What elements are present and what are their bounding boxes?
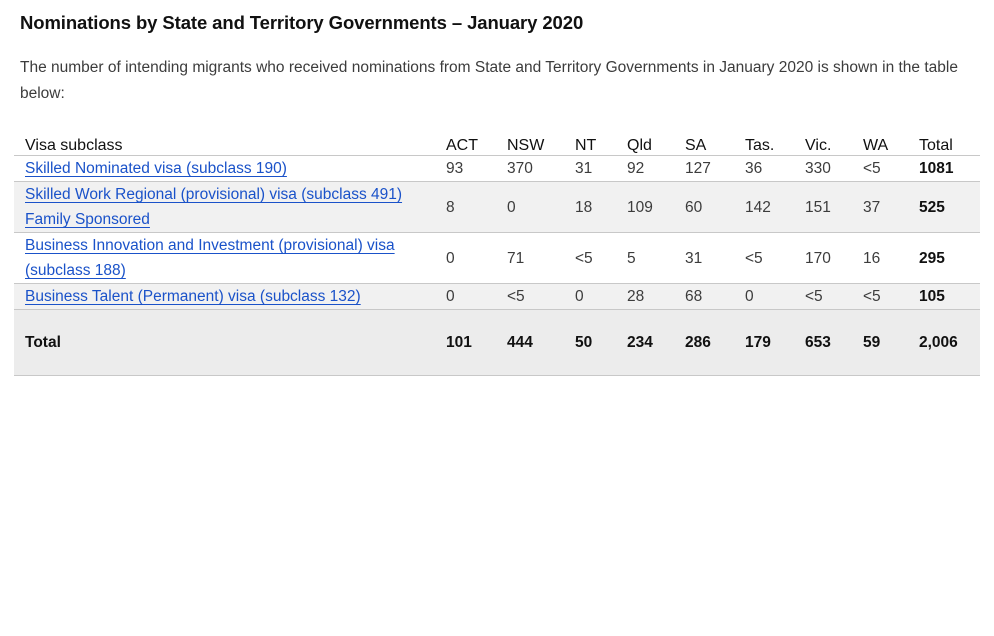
cell-total: 105 [919,288,945,305]
table-row: Skilled Work Regional (provisional) visa… [14,181,980,233]
total-cell-total: 2,006 [919,334,958,351]
total-cell-wa: 59 [863,334,881,351]
column-header-qld: Qld [627,137,685,156]
column-header-sa: SA [685,137,745,156]
cell-nt: 18 [575,198,593,216]
page-title: Nominations by State and Territory Gover… [20,12,584,33]
cell-wa: 16 [863,249,881,267]
visa-subclass-link[interactable]: Skilled Nominated visa (subclass 190) [25,160,287,177]
row-label-cell: Skilled Work Regional (provisional) visa… [14,182,446,233]
column-header-wa: WA [863,137,919,156]
row-label-cell: Business Talent (Permanent) visa (subcla… [14,284,446,310]
cell-sa: 31 [685,249,703,267]
column-header-nsw: NSW [507,137,575,156]
cell-sa: 68 [685,288,703,305]
cell-nsw: <5 [507,288,525,305]
cell-nsw: 370 [507,160,533,177]
cell-nt: 31 [575,160,593,177]
column-header-vic: Vic. [805,137,863,156]
cell-tas: 0 [745,288,754,305]
total-cell-vic: 653 [805,334,831,351]
table-wrapper: Visa subclass ACT NSW NT Qld SA Tas. Vic… [0,107,994,376]
page-container: Nominations by State and Territory Gover… [0,0,994,376]
cell-act: 0 [446,288,455,305]
cell-tas: 36 [745,160,763,177]
table-total-row: Total 101 444 50 234 286 179 653 59 2,00… [14,309,980,376]
total-cell-qld: 234 [627,334,653,351]
cell-tas: <5 [745,249,763,267]
cell-qld: 109 [627,198,653,216]
cell-total: 295 [919,249,945,267]
cell-nt: <5 [575,249,593,267]
row-label-cell: Business Innovation and Investment (prov… [14,233,446,284]
visa-subclass-link[interactable]: Skilled Work Regional (provisional) visa… [25,186,402,228]
table-body: Skilled Nominated visa (subclass 190) 93… [14,156,980,376]
cell-sa: 60 [685,198,703,216]
cell-vic: 151 [805,198,831,216]
cell-vic: 330 [805,160,831,177]
cell-sa: 127 [685,160,711,177]
column-header-total: Total [919,137,980,156]
total-row-label: Total [25,334,61,351]
column-header-nt: NT [575,137,627,156]
cell-total: 1081 [919,160,954,177]
column-header-act: ACT [446,137,507,156]
cell-nsw: 71 [507,249,525,267]
cell-qld: 5 [627,249,636,267]
cell-act: 8 [446,198,455,216]
column-header-tas: Tas. [745,137,805,156]
column-header-visa-subclass: Visa subclass [14,137,446,156]
total-cell-nt: 50 [575,334,593,351]
cell-nsw: 0 [507,198,516,216]
table-row: Skilled Nominated visa (subclass 190) 93… [14,156,980,182]
cell-vic: 170 [805,249,831,267]
total-cell-nsw: 444 [507,334,533,351]
cell-act: 93 [446,160,464,177]
cell-tas: 142 [745,198,771,216]
cell-qld: 92 [627,160,645,177]
cell-nt: 0 [575,288,584,305]
table-row: Business Innovation and Investment (prov… [14,233,980,284]
table-head: Visa subclass ACT NSW NT Qld SA Tas. Vic… [14,137,980,156]
row-label-cell: Skilled Nominated visa (subclass 190) [14,156,446,182]
total-cell-act: 101 [446,334,472,351]
cell-total: 525 [919,198,945,216]
cell-wa: 37 [863,198,881,216]
visa-subclass-link[interactable]: Business Talent (Permanent) visa (subcla… [25,288,361,305]
total-cell-sa: 286 [685,334,711,351]
nominations-table: Visa subclass ACT NSW NT Qld SA Tas. Vic… [14,137,980,376]
cell-qld: 28 [627,288,645,305]
visa-subclass-link[interactable]: Business Innovation and Investment (prov… [25,237,395,279]
cell-wa: <5 [863,160,881,177]
table-row: Business Talent (Permanent) visa (subcla… [14,283,980,310]
cell-wa: <5 [863,288,881,305]
intro-paragraph: The number of intending migrants who rec… [20,59,958,102]
cell-vic: <5 [805,288,823,305]
cell-act: 0 [446,249,455,267]
total-cell-tas: 179 [745,334,771,351]
table-header-row: Visa subclass ACT NSW NT Qld SA Tas. Vic… [14,137,980,156]
